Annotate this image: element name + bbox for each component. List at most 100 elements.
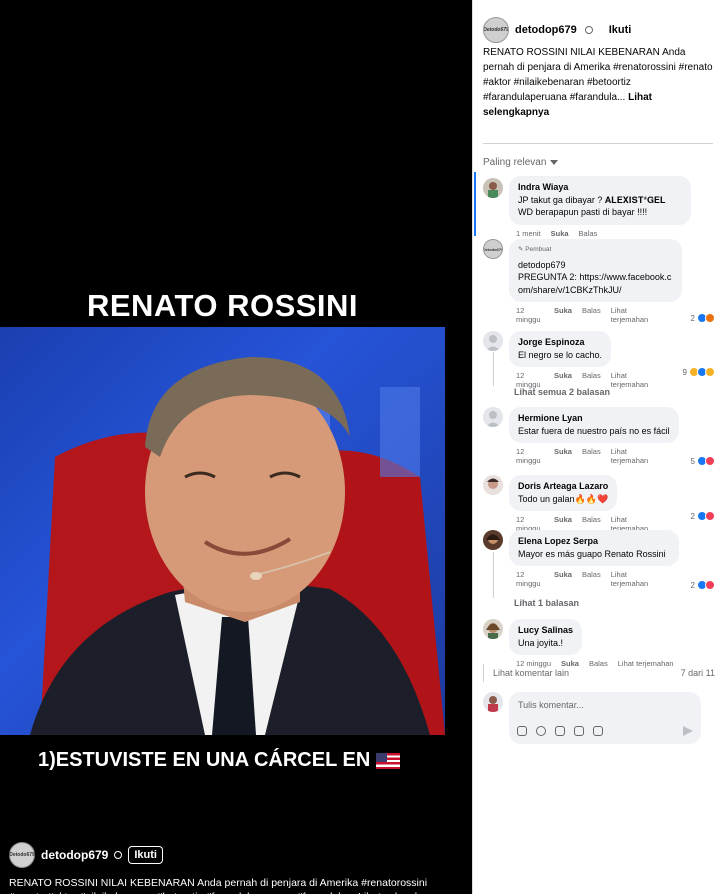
translate-link[interactable]: Lihat terjemahan bbox=[611, 371, 649, 389]
like-button[interactable]: Suka bbox=[551, 229, 569, 238]
commenter-name[interactable]: Doris Arteaga Lazaro bbox=[518, 480, 608, 493]
post-author-name[interactable]: detodop679 bbox=[515, 24, 577, 36]
author-badge-label: Pembuat bbox=[525, 246, 552, 253]
comment-time[interactable]: 1 menit bbox=[516, 229, 541, 238]
reaction-count: 9 bbox=[682, 367, 687, 377]
comment-time[interactable]: 12 minggu bbox=[516, 570, 544, 588]
comment-actions: 12 minggu Suka Balas Lihat terjemahan bbox=[516, 306, 715, 324]
comment-text: Todo un galan🔥🔥❤️ bbox=[518, 493, 609, 504]
commenter-name[interactable]: Jorge Espinoza bbox=[518, 336, 602, 349]
commenter-avatar[interactable]: Detodo679 bbox=[483, 239, 503, 259]
reply-button[interactable]: Balas bbox=[582, 306, 601, 315]
avatar-photo-icon bbox=[483, 178, 503, 198]
commenter-avatar[interactable] bbox=[483, 475, 503, 495]
comment-input[interactable]: Tulis komentar... bbox=[509, 692, 701, 744]
comment-bubble: Hermione Lyan Estar fuera de nuestro paí… bbox=[509, 407, 679, 443]
reply-button[interactable]: Balas bbox=[582, 447, 601, 456]
commenter-avatar[interactable] bbox=[483, 331, 503, 351]
thread-line bbox=[493, 352, 494, 386]
reaction-count: 2 bbox=[690, 313, 695, 323]
like-button[interactable]: Suka bbox=[554, 371, 572, 380]
reply-button[interactable]: Balas bbox=[582, 371, 601, 380]
avatar-photo-icon bbox=[483, 475, 503, 495]
reaction-summary[interactable]: 5 bbox=[691, 456, 715, 466]
avatar-photo-icon bbox=[483, 619, 503, 639]
sort-dropdown[interactable]: Paling relevan bbox=[483, 157, 559, 168]
reply-button[interactable]: Balas bbox=[582, 515, 601, 524]
commenter-name[interactable]: Lucy Salinas bbox=[518, 624, 573, 637]
video-caption-overlay: 1)ESTUVISTE EN UNA CÁRCEL EN bbox=[38, 749, 401, 772]
comments-panel: Detodo679 detodop679 Ikuti RENATO ROSSIN… bbox=[472, 0, 728, 894]
translate-link[interactable]: Lihat terjemahan bbox=[611, 570, 649, 588]
like-button[interactable]: Suka bbox=[554, 570, 572, 579]
love-reaction-icon bbox=[705, 511, 715, 521]
globe-icon bbox=[584, 26, 593, 34]
wow-reaction-icon bbox=[705, 367, 715, 377]
comment-actions: 12 minggu Suka Balas Lihat terjemahan bbox=[516, 570, 715, 588]
commenter-name[interactable]: Elena Lopez Serpa bbox=[518, 535, 670, 548]
video-still-image bbox=[30, 357, 445, 735]
like-button[interactable]: Suka bbox=[554, 306, 572, 315]
comment-bubble: Indra Wiaya JP takut ga dibayar ? 𝐀𝐋𝐄𝐗𝐈𝐒… bbox=[509, 176, 691, 225]
thread-line bbox=[493, 552, 494, 598]
view-replies-link[interactable]: Lihat semua 2 balasan bbox=[514, 387, 610, 397]
reply-button[interactable]: Balas bbox=[582, 570, 601, 579]
commenter-avatar[interactable] bbox=[483, 530, 503, 550]
emoji-icon[interactable] bbox=[536, 726, 546, 736]
reaction-summary[interactable]: 9 bbox=[683, 367, 715, 377]
translate-link[interactable]: Lihat terjemahan bbox=[618, 659, 674, 668]
reply-button[interactable]: Balas bbox=[579, 229, 598, 238]
commenter-name[interactable]: detodop679 bbox=[518, 259, 673, 272]
comment-bubble: Doris Arteaga Lazaro Todo un galan🔥🔥❤️ bbox=[509, 475, 618, 511]
comment-text: JP takut ga dibayar ? 𝐀𝐋𝐄𝐗𝐈𝐒𝐓*𝐆𝐄𝐋 WD ber… bbox=[518, 194, 666, 218]
reply-button[interactable]: Balas bbox=[589, 659, 608, 668]
commenter-name[interactable]: Indra Wiaya bbox=[518, 181, 682, 194]
comment: Indra Wiaya JP takut ga dibayar ? 𝐀𝐋𝐄𝐗𝐈𝐒… bbox=[483, 176, 715, 238]
comment-actions: 1 menit Suka Balas bbox=[516, 229, 715, 238]
translate-link[interactable]: Lihat terjemahan bbox=[611, 306, 649, 324]
gif-icon[interactable] bbox=[574, 726, 584, 736]
more-comments-link[interactable]: Lihat komentar lain bbox=[493, 668, 569, 678]
reaction-summary[interactable]: 2 bbox=[691, 313, 715, 323]
like-button[interactable]: Suka bbox=[554, 447, 572, 456]
comment-time[interactable]: 12 minggu bbox=[516, 306, 544, 324]
follow-button[interactable]: Ikuti bbox=[609, 24, 632, 36]
commenter-avatar[interactable] bbox=[483, 178, 503, 198]
reaction-summary[interactable]: 2 bbox=[691, 511, 715, 521]
translate-link[interactable]: Lihat terjemahan bbox=[611, 447, 649, 465]
comment-bubble: Lucy Salinas Una joyita.! bbox=[509, 619, 583, 655]
comment-bubble: Jorge Espinoza El negro se lo cacho. bbox=[509, 331, 612, 367]
comment-actions: 12 minggu Suka Balas Lihat terjemahan bbox=[516, 447, 715, 465]
camera-icon[interactable] bbox=[555, 726, 565, 736]
author-badge: ✎ Pembuat bbox=[518, 244, 673, 257]
commenter-avatar[interactable] bbox=[483, 619, 503, 639]
reaction-summary[interactable]: 2 bbox=[691, 580, 715, 590]
video-follow-button[interactable]: Ikuti bbox=[128, 846, 163, 864]
comment-time[interactable]: 12 minggu bbox=[516, 659, 551, 668]
video-caption-text: 1)ESTUVISTE EN UNA CÁRCEL EN bbox=[38, 749, 371, 771]
sticker-icon[interactable] bbox=[593, 726, 603, 736]
comment-input-placeholder: Tulis komentar... bbox=[518, 700, 584, 710]
avatar-sticker-icon[interactable] bbox=[517, 726, 527, 736]
commenter-name[interactable]: Hermione Lyan bbox=[518, 412, 670, 425]
my-avatar[interactable] bbox=[483, 692, 503, 712]
like-button[interactable]: Suka bbox=[554, 515, 572, 524]
comment-text: Estar fuera de nuestro país no es fácil bbox=[518, 425, 670, 436]
post-author-avatar[interactable]: Detodo679 bbox=[483, 17, 509, 43]
send-icon[interactable] bbox=[683, 726, 693, 736]
comment-bubble: Elena Lopez Serpa Mayor es más guapo Ren… bbox=[509, 530, 679, 566]
comment-actions: 12 minggu Suka Balas Lihat terjemahan bbox=[516, 659, 715, 668]
view-replies-link[interactable]: Lihat 1 balasan bbox=[514, 598, 579, 608]
video-author-name[interactable]: detodop679 bbox=[41, 848, 108, 862]
like-button[interactable]: Suka bbox=[561, 659, 579, 668]
video-player[interactable]: RENATO ROSSINI 1)ESTUVISTE EN UNA CÁRCEL… bbox=[0, 0, 472, 894]
comment-time[interactable]: 12 minggu bbox=[516, 447, 544, 465]
video-author-avatar[interactable]: Detodo679 bbox=[9, 842, 35, 868]
active-indicator bbox=[474, 172, 476, 236]
commenter-avatar[interactable] bbox=[483, 407, 503, 427]
angry-reaction-icon bbox=[705, 313, 715, 323]
page-root: RENATO ROSSINI 1)ESTUVISTE EN UNA CÁRCEL… bbox=[0, 0, 728, 894]
comment-bubble: ✎ Pembuat detodop679 PREGUNTA 2: https:/… bbox=[509, 239, 682, 302]
comment: Jorge Espinoza El negro se lo cacho. 12 … bbox=[483, 331, 715, 389]
video-frame[interactable] bbox=[0, 327, 445, 735]
